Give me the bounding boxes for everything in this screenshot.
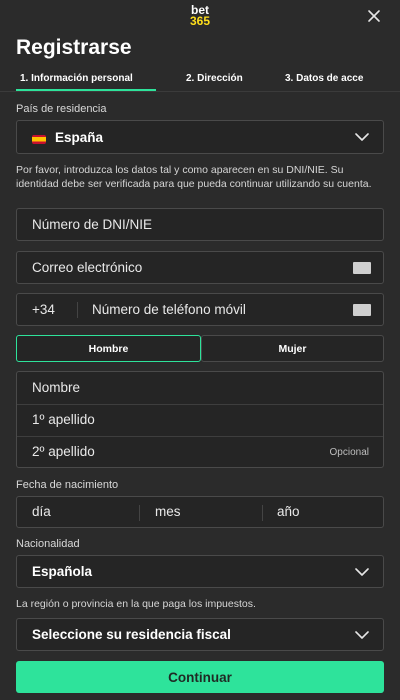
chevron-down-icon xyxy=(355,631,369,639)
bet365-logo: bet 365 xyxy=(176,4,224,28)
autofill-icon xyxy=(353,262,371,274)
logo-line2: 365 xyxy=(189,14,211,28)
tab-access-data[interactable]: 3. Datos de acce xyxy=(285,73,363,84)
country-value: España xyxy=(55,130,104,145)
tab-personal-info[interactable]: 1. Información personal xyxy=(20,73,133,84)
dni-placeholder: Número de DNI/NIE xyxy=(32,217,153,232)
page-title: Registrarse xyxy=(16,36,132,59)
country-select[interactable]: España xyxy=(16,120,384,154)
dob-year-field[interactable]: año xyxy=(277,504,300,519)
gender-male-button[interactable]: Hombre xyxy=(16,335,201,362)
surname1-field[interactable]: 1º apellido xyxy=(17,405,383,436)
email-field[interactable]: Correo electrónico xyxy=(16,251,384,284)
phone-divider xyxy=(77,302,78,318)
nationality-label: Nacionalidad xyxy=(16,538,80,550)
surname2-field[interactable]: 2º apellido Opcional xyxy=(17,437,383,468)
name-fields-group: Nombre 1º apellido 2º apellido Opcional xyxy=(16,371,384,468)
dob-divider xyxy=(262,505,263,521)
first-name-field[interactable]: Nombre xyxy=(17,372,383,404)
phone-field[interactable]: +34 Número de teléfono móvil xyxy=(16,293,384,326)
nationality-select[interactable]: Española xyxy=(16,555,384,588)
tax-residence-placeholder: Seleccione su residencia fiscal xyxy=(32,627,231,642)
surname2-placeholder: 2º apellido xyxy=(32,444,95,459)
chevron-down-icon xyxy=(355,133,369,141)
surname1-placeholder: 1º apellido xyxy=(32,412,95,427)
first-name-placeholder: Nombre xyxy=(32,380,81,395)
steps-divider xyxy=(0,91,400,92)
tax-residence-select[interactable]: Seleccione su residencia fiscal xyxy=(16,618,384,651)
close-icon[interactable] xyxy=(366,8,382,24)
phone-placeholder: Número de teléfono móvil xyxy=(92,302,246,317)
gender-female-button[interactable]: Mujer xyxy=(201,335,384,362)
spain-flag-icon xyxy=(32,135,46,144)
dni-field[interactable]: Número de DNI/NIE xyxy=(16,208,384,241)
autofill-icon xyxy=(353,304,371,316)
optional-tag: Opcional xyxy=(329,447,369,458)
nationality-value: Española xyxy=(32,564,93,579)
dob-label: Fecha de nacimiento xyxy=(16,479,119,491)
dob-month-field[interactable]: mes xyxy=(155,504,181,519)
dob-day-field[interactable]: día xyxy=(32,504,51,519)
country-label: País de residencia xyxy=(16,103,107,115)
tab-address[interactable]: 2. Dirección xyxy=(186,73,243,84)
top-bar: bet 365 xyxy=(0,0,400,34)
email-placeholder: Correo electrónico xyxy=(32,260,143,275)
tax-help-text: La región o provincia en la que paga los… xyxy=(16,598,256,610)
continue-button[interactable]: Continuar xyxy=(16,661,384,693)
phone-prefix[interactable]: +34 xyxy=(32,302,55,317)
chevron-down-icon xyxy=(355,568,369,576)
dob-field-group: día mes año xyxy=(16,496,384,528)
identity-help-text: Por favor, introduzca los datos tal y co… xyxy=(16,164,372,190)
dob-divider xyxy=(139,505,140,521)
